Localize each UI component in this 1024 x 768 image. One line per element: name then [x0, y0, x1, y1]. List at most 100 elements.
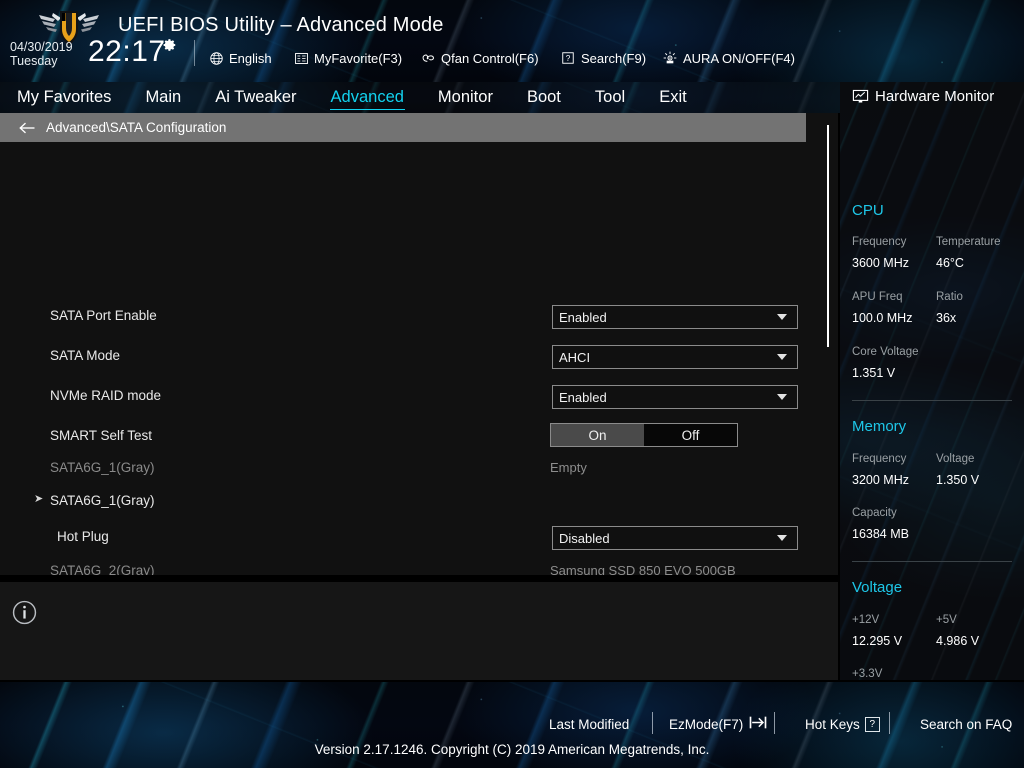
setting-value-sata6g-2-status: Samsung SSD 850 EVO 500GB [550, 563, 736, 575]
page-title: UEFI BIOS Utility – Advanced Mode [118, 14, 444, 36]
hardware-monitor-panel: Hardware Monitor CPU Frequency 3600 MHz … [840, 82, 1024, 680]
hwmon-value-mem-voltage: 1.350 V [936, 473, 980, 487]
hwmon-divider-1 [852, 400, 1012, 401]
hwmon-value-cpu-temperature: 46°C [936, 256, 964, 270]
footer-top-divider [0, 680, 1024, 682]
hwmon-divider-2 [852, 561, 1012, 562]
hwmon-value-mem-frequency: 3200 MHz [852, 473, 909, 487]
uefi-bios-screen: UEFI BIOS Utility – Advanced Mode 04/30/… [0, 0, 1024, 768]
last-modified-button[interactable]: Last Modified [549, 713, 629, 735]
gear-icon[interactable] [163, 38, 177, 52]
aura-button[interactable]: AURA ON/OFF(F4) [662, 47, 795, 69]
hwmon-key-cpu-temperature: Temperature [936, 236, 1001, 248]
tab-advanced[interactable]: Advanced [314, 82, 421, 113]
qfan-control-button[interactable]: Qfan Control(F6) [420, 47, 539, 69]
dropdown-nvme-raid-mode[interactable]: Enabled [552, 385, 798, 409]
toggle-smart-self-test[interactable]: On Off [550, 423, 738, 447]
header-bar: UEFI BIOS Utility – Advanced Mode 04/30/… [0, 0, 1024, 82]
hwmon-value-mem-capacity: 16384 MB [852, 527, 909, 541]
hwmon-value-core-voltage: 1.351 V [852, 366, 896, 380]
info-circle-icon[interactable] [12, 600, 37, 625]
myfavorite-button[interactable]: MyFavorite(F3) [293, 47, 402, 69]
dropdown-sata-port-enable[interactable]: Enabled [552, 305, 798, 329]
svg-text:?: ? [566, 54, 571, 63]
dropdown-value-nvme-raid-mode: Enabled [559, 389, 607, 405]
hwmon-key-5v: +5V [936, 614, 957, 626]
search-button-label: Search(F9) [581, 50, 647, 66]
dropdown-value-sata-mode: AHCI [559, 349, 591, 365]
qfan-control-button-label: Qfan Control(F6) [441, 50, 539, 66]
hwmon-key-ratio: Ratio [936, 291, 963, 303]
hwmon-section-voltage: Voltage [852, 579, 903, 596]
hwmon-key-3v3: +3.3V [852, 668, 883, 680]
hwmon-key-12v: +12V [852, 614, 880, 626]
breadcrumb[interactable]: Advanced\SATA Configuration [0, 113, 806, 142]
setting-label-smart-self-test: SMART Self Test [50, 428, 153, 443]
tab-monitor[interactable]: Monitor [421, 82, 510, 113]
hwmon-section-cpu: CPU [852, 202, 884, 219]
setting-label-nvme-raid-mode: NVMe RAID mode [50, 388, 162, 403]
setting-label-sata6g-1-status: SATA6G_1(Gray) [50, 460, 155, 475]
hwmon-value-ratio: 36x [936, 311, 957, 325]
settings-panel: Advanced\SATA Configuration SATA Port En… [0, 113, 838, 575]
ezmode-label: EzMode(F7) [669, 716, 744, 732]
settings-scrollbar[interactable] [827, 125, 829, 347]
search-on-faq-button[interactable]: Search on FAQ [920, 713, 1012, 735]
footer-divider-1 [652, 712, 653, 734]
hwmon-key-apu-freq: APU Freq [852, 291, 903, 303]
chevron-down-icon [777, 314, 787, 320]
hwmon-value-5v: 4.986 V [936, 634, 980, 648]
toggle-option-on[interactable]: On [551, 424, 644, 446]
day-label: Tuesday [10, 54, 58, 68]
question-box-icon: ? [864, 716, 880, 732]
submenu-arrow-icon: ➤ [34, 493, 44, 505]
hwmon-value-apu-freq: 100.0 MHz [852, 311, 913, 325]
tab-main[interactable]: Main [128, 82, 198, 113]
left-arrow-icon[interactable] [18, 121, 36, 135]
version-copyright-label: Version 2.17.1246. Copyright (C) 2019 Am… [314, 742, 710, 757]
language-button-label: English [229, 50, 272, 66]
tab-boot[interactable]: Boot [510, 82, 578, 113]
breadcrumb-path: Advanced\SATA Configuration [46, 120, 227, 135]
aura-light-icon [662, 50, 678, 66]
setting-label-sata6g-2-status: SATA6G_2(Gray) [50, 563, 155, 575]
chevron-down-icon [777, 354, 787, 360]
last-modified-label: Last Modified [549, 716, 630, 732]
info-help-panel [0, 582, 838, 680]
clock-label: 22:17 [88, 35, 166, 68]
tab-exit[interactable]: Exit [642, 82, 704, 113]
language-button[interactable]: English [208, 47, 272, 69]
setting-label-sata-port-enable: SATA Port Enable [50, 308, 157, 323]
globe-icon [208, 50, 224, 66]
hot-keys-button[interactable]: Hot Keys ? [805, 713, 880, 735]
list-icon [293, 50, 309, 66]
question-box-icon: ? [560, 50, 576, 66]
footer-divider-3 [889, 712, 890, 734]
setting-label-sata6g-1-submenu[interactable]: SATA6G_1(Gray) [50, 493, 155, 508]
hardware-monitor-title-label: Hardware Monitor [875, 88, 995, 105]
myfavorite-button-label: MyFavorite(F3) [314, 50, 403, 66]
hardware-monitor-title: Hardware Monitor [852, 88, 994, 105]
hwmon-value-12v: 12.295 V [852, 634, 903, 648]
hwmon-section-memory: Memory [852, 418, 907, 435]
nav-tab-list: My Favorites Main Ai Tweaker Advanced Mo… [0, 82, 704, 113]
header-divider [194, 40, 195, 66]
hwmon-value-cpu-frequency: 3600 MHz [852, 256, 909, 270]
ezmode-arrow-icon [748, 715, 768, 733]
setting-label-hot-plug-1: Hot Plug [57, 529, 109, 544]
chevron-down-icon [777, 535, 787, 541]
dropdown-hot-plug-1[interactable]: Disabled [552, 526, 798, 550]
tab-my-favorites[interactable]: My Favorites [0, 82, 128, 113]
monitor-graph-icon [852, 89, 869, 103]
dropdown-sata-mode[interactable]: AHCI [552, 345, 798, 369]
search-button[interactable]: ? Search(F9) [560, 47, 646, 69]
chevron-down-icon [777, 394, 787, 400]
hwmon-key-mem-capacity: Capacity [852, 507, 897, 519]
hwmon-key-core-voltage: Core Voltage [852, 346, 919, 358]
hwmon-key-cpu-frequency: Frequency [852, 236, 907, 248]
tab-tool[interactable]: Tool [578, 82, 642, 113]
ezmode-button[interactable]: EzMode(F7) [669, 713, 768, 735]
hwmon-key-mem-frequency: Frequency [852, 453, 907, 465]
toggle-option-off[interactable]: Off [644, 424, 737, 446]
tab-ai-tweaker[interactable]: Ai Tweaker [198, 82, 313, 113]
